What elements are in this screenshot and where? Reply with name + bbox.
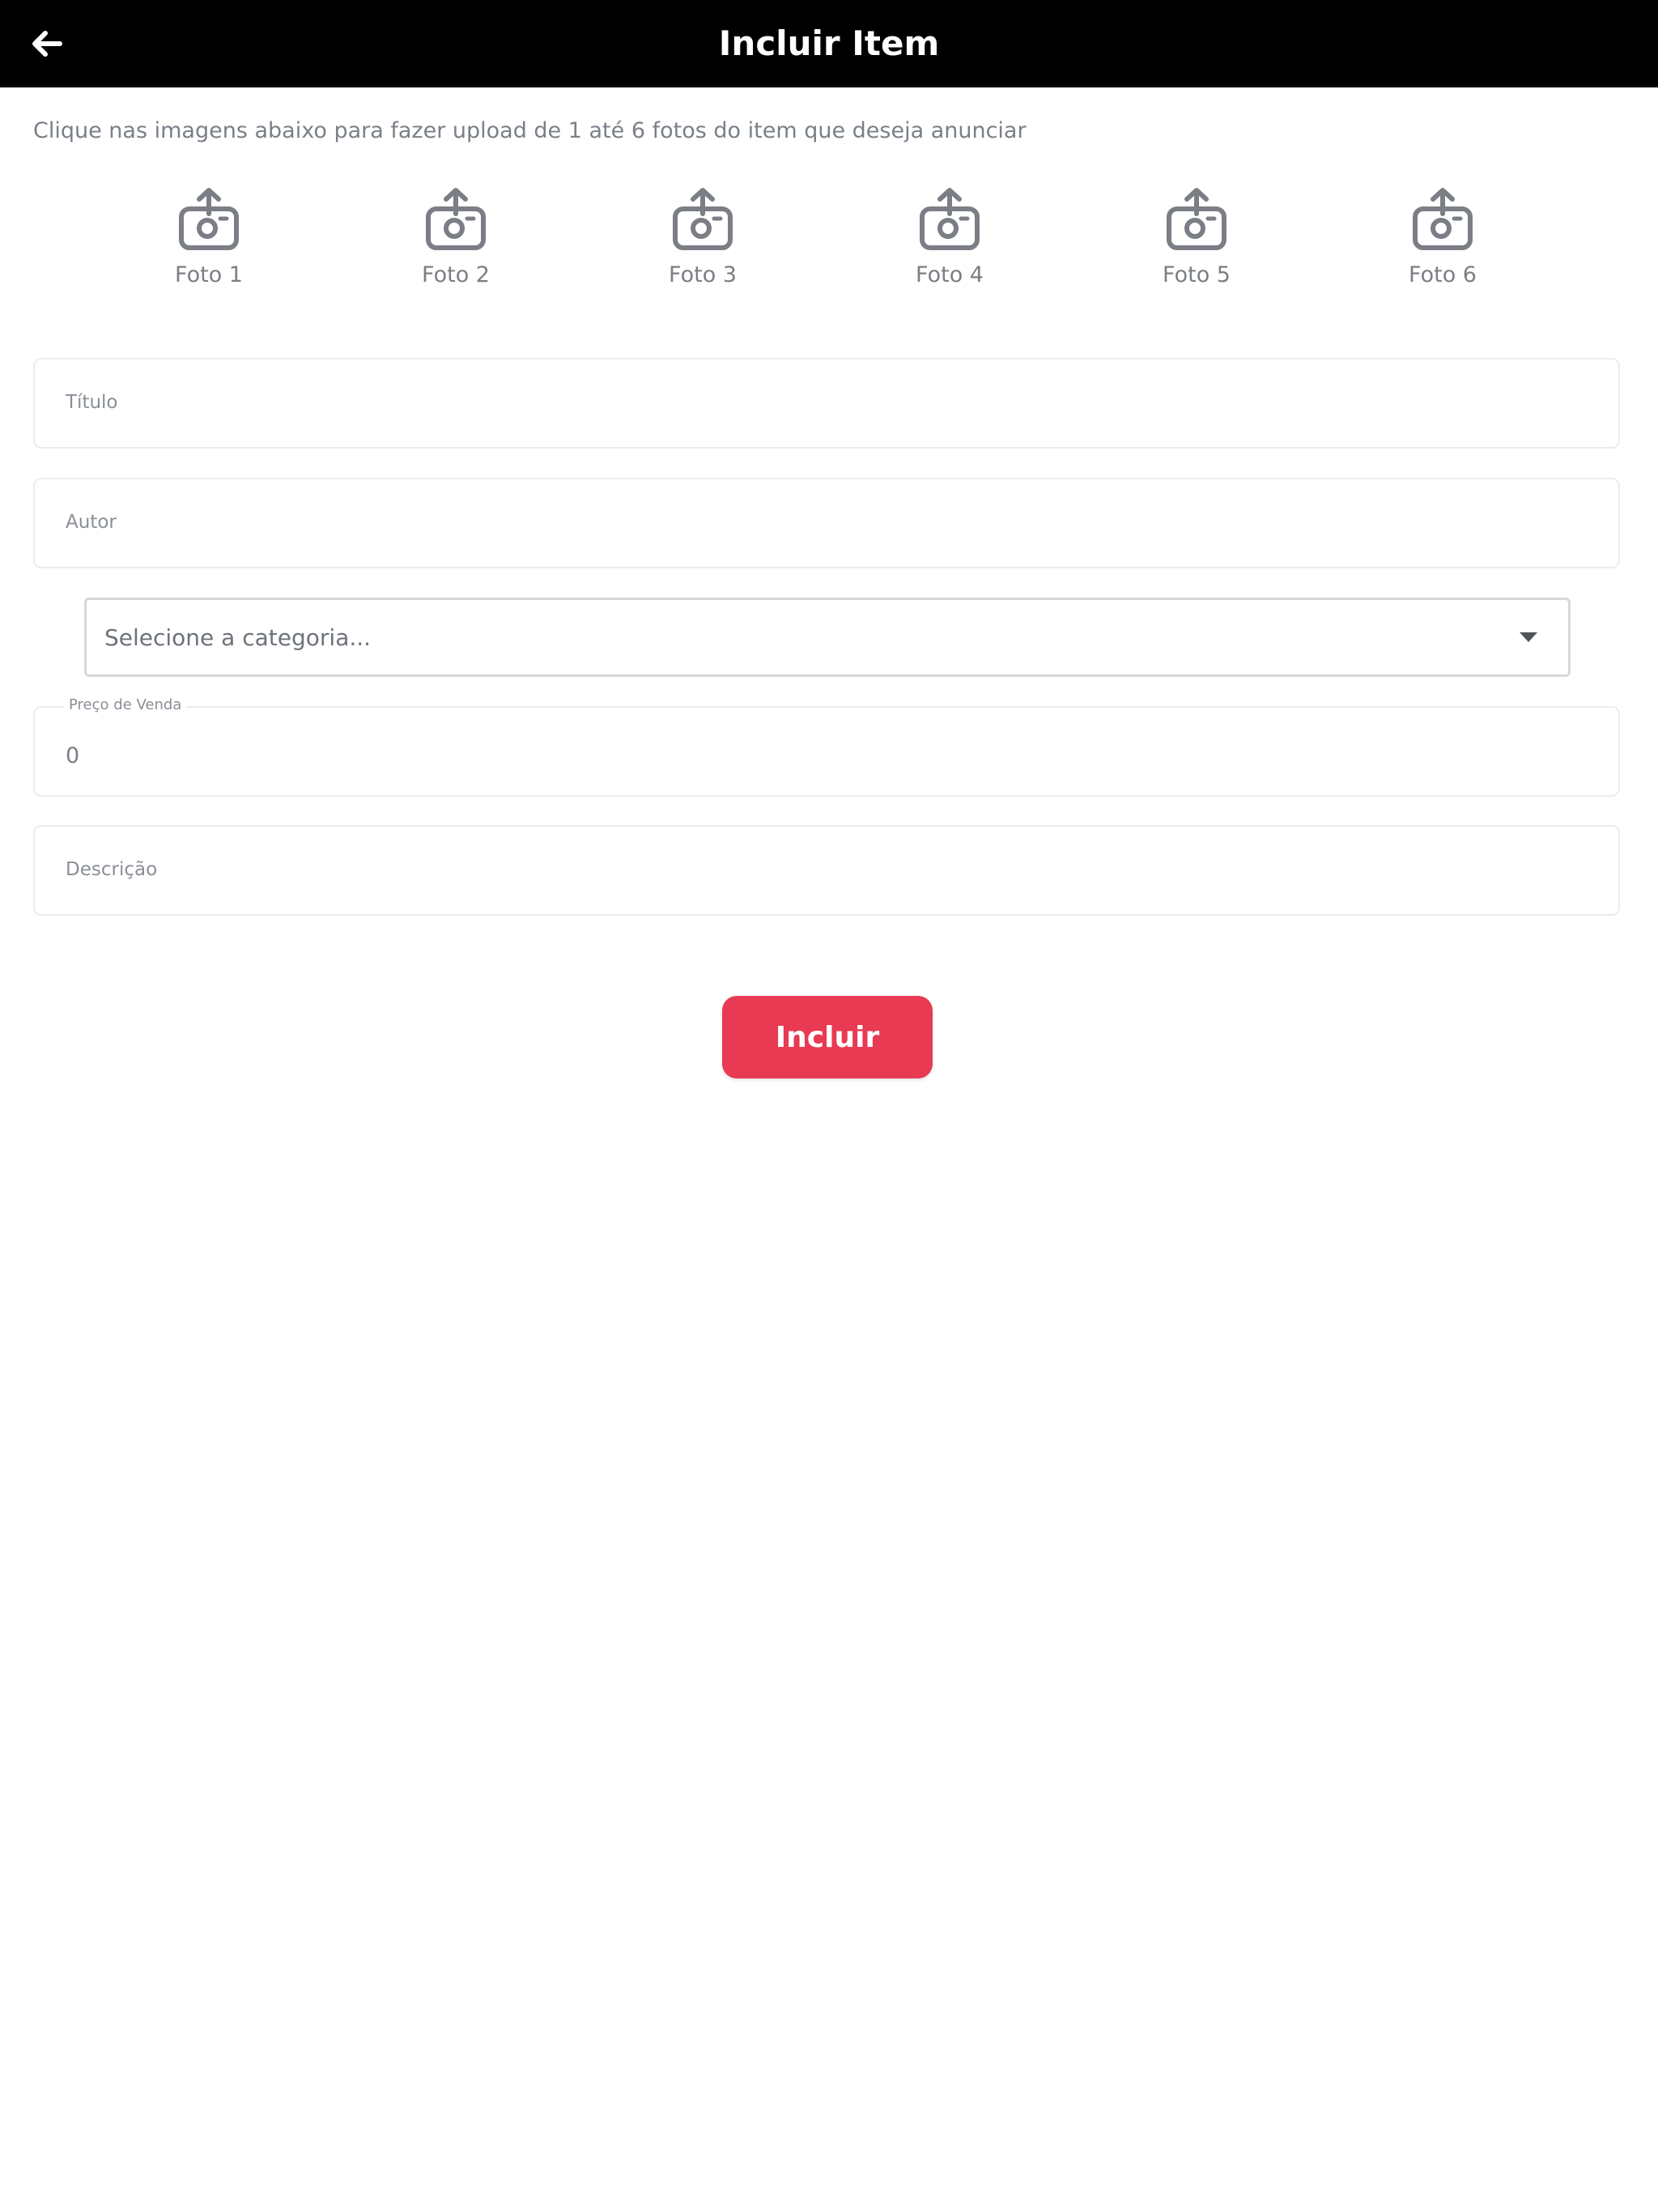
page-title: Incluir Item <box>718 23 940 63</box>
author-field-label: Autor <box>66 512 117 533</box>
photo-label: Foto 4 <box>916 262 984 287</box>
camera-upload-icon <box>426 188 486 250</box>
photo-label: Foto 2 <box>422 262 490 287</box>
chevron-down-icon <box>1520 632 1537 642</box>
category-select-placeholder: Selecione a categoria... <box>104 624 372 651</box>
photo-slot-3[interactable]: Foto 3 <box>622 188 784 293</box>
photo-slot-5[interactable]: Foto 5 <box>1116 188 1278 293</box>
title-field[interactable]: Título <box>33 358 1620 449</box>
camera-upload-icon <box>179 188 239 250</box>
photo-slot-1[interactable]: Foto 1 <box>128 188 290 293</box>
camera-upload-icon <box>920 188 980 250</box>
camera-upload-icon <box>1413 188 1473 250</box>
photo-label: Foto 6 <box>1409 262 1477 287</box>
photo-slot-6[interactable]: Foto 6 <box>1362 188 1524 293</box>
category-select[interactable]: Selecione a categoria... <box>84 598 1571 677</box>
description-field-label: Descrição <box>66 859 158 880</box>
price-field-value: 0 <box>66 743 80 768</box>
photo-label: Foto 5 <box>1163 262 1231 287</box>
camera-upload-icon <box>1167 188 1226 250</box>
price-field[interactable]: Preço de Venda 0 <box>33 696 1620 797</box>
price-field-label: Preço de Venda <box>64 696 187 713</box>
photo-slot-4[interactable]: Foto 4 <box>869 188 1031 293</box>
photo-slot-2[interactable]: Foto 2 <box>375 188 537 293</box>
description-field[interactable]: Descrição <box>33 825 1620 916</box>
photo-label: Foto 1 <box>175 262 243 287</box>
upload-instructions: Clique nas imagens abaixo para fazer upl… <box>33 118 1027 143</box>
author-field[interactable]: Autor <box>33 478 1620 568</box>
photo-label: Foto 3 <box>669 262 737 287</box>
camera-upload-icon <box>673 188 733 250</box>
submit-button[interactable]: Incluir <box>722 996 933 1078</box>
title-field-label: Título <box>66 392 118 413</box>
arrow-left-icon <box>32 31 62 57</box>
app-header: Incluir Item <box>0 0 1658 87</box>
back-button[interactable] <box>18 15 76 73</box>
